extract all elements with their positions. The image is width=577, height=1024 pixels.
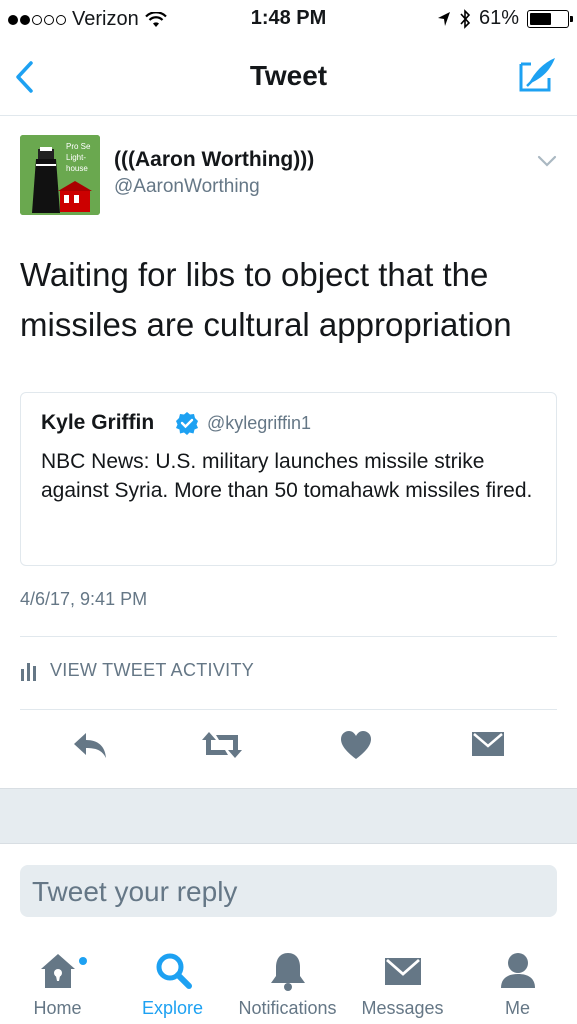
quoted-author-handle: @kylegriffin1 <box>207 413 311 433</box>
tab-explore[interactable]: Explore <box>115 948 230 1019</box>
tab-label: Me <box>504 998 530 1018</box>
page-title: Tweet <box>249 60 328 91</box>
location-arrow-icon <box>437 11 450 26</box>
compose-tweet-icon[interactable] <box>517 56 557 94</box>
tab-notifications[interactable]: Notifications <box>230 948 345 1019</box>
verified-badge-icon <box>176 412 198 435</box>
avatar[interactable]: Pro Se Light-house <box>20 135 100 215</box>
bar-chart-icon <box>21 662 36 681</box>
person-icon <box>500 953 535 988</box>
home-icon <box>40 954 75 988</box>
tab-label: Notifications <box>238 998 337 1018</box>
retweet-icon[interactable] <box>201 730 243 760</box>
reply-input[interactable]: Tweet your reply <box>20 865 557 917</box>
status-indicators: 61% <box>437 7 573 30</box>
divider <box>20 636 557 637</box>
battery-fill <box>530 12 551 25</box>
direct-message-icon[interactable] <box>471 730 505 758</box>
battery-icon <box>527 9 573 28</box>
author-name[interactable]: (((Aaron Worthing))) <box>114 148 314 172</box>
tweet-text: Waiting for libs to object that the miss… <box>20 256 512 343</box>
tab-bar: Home Explore Notifications Messages Me <box>0 940 577 1024</box>
bluetooth-icon <box>460 8 471 29</box>
chevron-down-icon[interactable] <box>537 155 557 167</box>
quoted-tweet-text: NBC News: U.S. military launches missile… <box>41 450 533 502</box>
tab-label: Home <box>33 998 82 1018</box>
envelope-icon <box>384 958 421 985</box>
navigation-bar: Tweet <box>0 38 577 116</box>
tab-home[interactable]: Home <box>0 948 115 1019</box>
bell-icon <box>270 953 305 991</box>
tab-me[interactable]: Me <box>460 948 575 1019</box>
quoted-tweet[interactable]: Kyle Griffin @kylegriffin1 NBC News: U.S… <box>20 392 557 566</box>
view-tweet-activity-button[interactable]: VIEW TWEET ACTIVITY <box>20 660 254 681</box>
section-separator <box>0 788 577 844</box>
battery-percent: 61% <box>478 7 519 29</box>
tweet-actions <box>0 730 577 770</box>
like-icon[interactable] <box>340 730 372 760</box>
quoted-author-name: Kyle Griffin <box>41 411 155 434</box>
search-icon <box>156 953 192 989</box>
tab-messages[interactable]: Messages <box>345 948 460 1019</box>
tab-label: Explore <box>141 998 204 1018</box>
tweet-timestamp: 4/6/17, 9:41 PM <box>20 589 148 609</box>
avatar-caption: Pro Se Light-house <box>66 142 91 173</box>
tab-label: Messages <box>361 998 444 1018</box>
author-handle[interactable]: @AaronWorthing <box>114 176 260 198</box>
notification-dot <box>79 957 87 965</box>
divider <box>20 709 557 710</box>
reply-icon[interactable] <box>72 730 108 760</box>
view-tweet-activity-label: VIEW TWEET ACTIVITY <box>50 660 255 680</box>
status-bar: Verizon 1:48 PM 61% <box>0 0 577 38</box>
